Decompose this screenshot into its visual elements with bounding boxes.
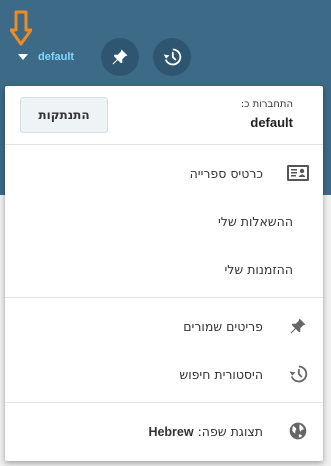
library-card-icon [286,161,310,185]
menu-item-search-history[interactable]: היסטורית חיפוש [5,350,323,398]
account-group: כרטיס ספרייה ההשאלות שלי ההזמנות שלי [5,145,323,298]
menu-item-saved-items[interactable]: פריטים שמורים [5,302,323,350]
caret-down-icon [18,54,28,60]
menu-item-label: פריטים שמורים [183,318,263,334]
menu-item-my-loans[interactable]: ההשאלות שלי [5,197,323,245]
language-group: תצוגת שפה: Hebrew [5,403,323,459]
menu-item-label: ההזמנות שלי [224,261,293,277]
menu-item-label: ההשאלות שלי [218,213,293,229]
menu-item-label: היסטורית חיפוש [179,366,263,382]
pin-icon [286,314,310,338]
history-icon [163,48,182,66]
saved-group: פריטים שמורים היסטורית חיפוש [5,298,323,403]
login-info-section: התנתקות התחברות כ: default [5,86,323,145]
menu-item-label: כרטיס ספרייה [189,165,263,181]
language-label: תצוגת שפה: [197,423,263,439]
orange-arrow-icon [10,10,32,46]
language-display: תצוגת שפה: Hebrew [148,424,263,439]
user-name: default [38,51,75,63]
search-history-button[interactable] [153,38,191,76]
logout-button[interactable]: התנתקות [20,97,108,133]
user-menu-toggle[interactable]: default [18,48,74,66]
menu-item-library-card[interactable]: כרטיס ספרייה [5,149,323,197]
globe-icon [286,419,310,443]
history-icon [286,362,310,386]
user-dropdown-menu: התנתקות התחברות כ: default כרטיס ספרייה … [5,86,323,461]
login-user-name: default [250,115,293,130]
language-value: Hebrew [148,424,194,439]
menu-item-language[interactable]: תצוגת שפה: Hebrew [5,407,323,455]
login-label: התחברות כ: [240,99,293,110]
pin-icon [112,49,128,65]
menu-item-my-requests[interactable]: ההזמנות שלי [5,245,323,293]
pinned-items-button[interactable] [101,38,139,76]
